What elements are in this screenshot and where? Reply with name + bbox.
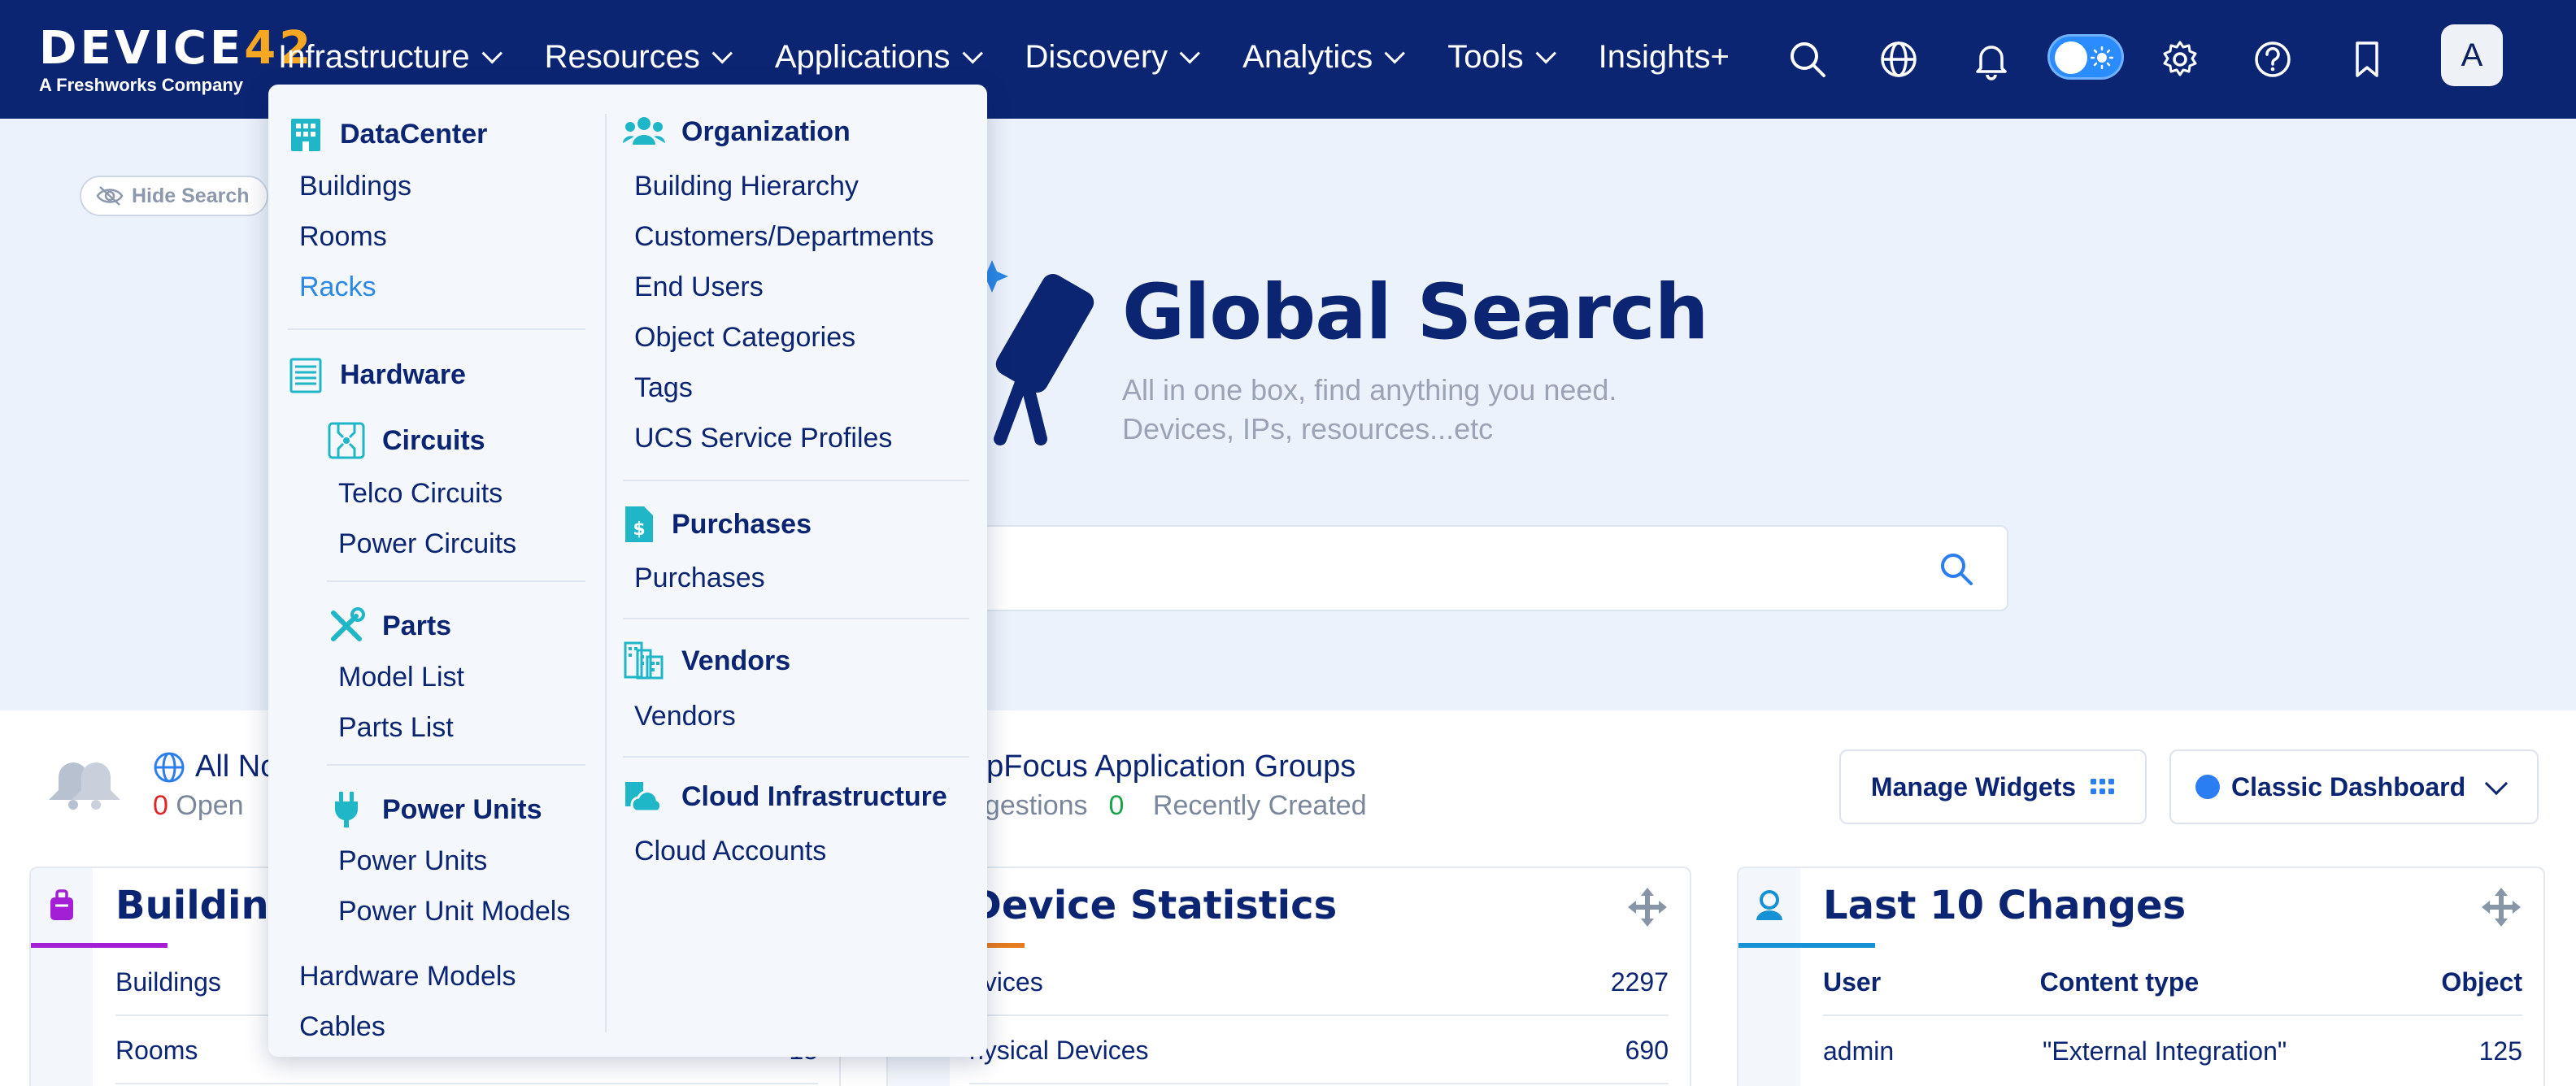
widget-device-statistics: Device Statistics evices 2297 hysical Dev… [886, 867, 1691, 1086]
table-row[interactable]: admin "External Integration" 125 [1823, 1018, 2522, 1084]
appfocus-title[interactable]: opFocus Application Groups [969, 749, 1355, 784]
menu-item-model-list[interactable]: Model List [338, 660, 464, 694]
avatar[interactable]: A [2441, 24, 2503, 86]
globe-icon [154, 752, 185, 782]
menu-heading-parts: Parts [327, 606, 451, 645]
nav-item-applications[interactable]: Applications [775, 34, 983, 80]
sun-icon [2091, 46, 2113, 69]
server-icon [289, 358, 322, 393]
nav-item-resources[interactable]: Resources [545, 34, 733, 80]
cloud-server-icon [625, 782, 663, 813]
menu-heading-purchases: $ Purchases [623, 504, 812, 545]
menu-heading-datacenter: DataCenter [288, 115, 487, 153]
hide-search-label: Hide Search [132, 184, 250, 207]
bookmark-icon[interactable] [2345, 37, 2389, 81]
menu-item-end-users[interactable]: End Users [634, 270, 764, 304]
menu-heading-organization: Organization [623, 115, 851, 148]
chevron-down-icon [2484, 771, 2509, 796]
chevron-down-icon [481, 43, 503, 64]
move-icon[interactable] [1626, 886, 1669, 928]
search-icon[interactable] [1939, 551, 1974, 587]
bells-icon [49, 762, 120, 810]
brand-name: DEVICE42 [39, 22, 315, 75]
globe-icon[interactable] [1877, 37, 1921, 81]
appfocus-recent[interactable]: 0 Recently Created [1109, 790, 1367, 821]
menu-item-power-circuits[interactable]: Power Circuits [338, 527, 516, 561]
hide-search-button[interactable]: Hide Search [80, 176, 268, 216]
menu-item-power-units[interactable]: Power Units [338, 844, 487, 878]
nav-item-insights[interactable]: Insights+ [1599, 34, 1730, 80]
menu-item-racks[interactable]: Racks [299, 270, 376, 304]
widget-title: Device Statistics [969, 883, 1338, 928]
menu-item-cables[interactable]: Cables [299, 1010, 385, 1044]
nav-menu: Infrastructure Resources Applications Di… [278, 34, 1778, 80]
search-icon[interactable] [1786, 37, 1830, 81]
menu-item-object-categories[interactable]: Object Categories [634, 320, 855, 354]
menu-item-parts-list[interactable]: Parts List [338, 710, 454, 745]
menu-item-vendors[interactable]: Vendors [634, 699, 736, 733]
eye-slash-icon [96, 186, 124, 206]
chevron-down-icon [711, 43, 733, 64]
dashboard-icon [2195, 775, 2220, 799]
menu-heading-hardware: Hardware [288, 356, 466, 393]
menu-item-customers-departments[interactable]: Customers/Departments [634, 219, 933, 254]
nav-item-analytics[interactable]: Analytics [1242, 34, 1406, 80]
menu-heading-power-units: Power Units [327, 790, 542, 829]
chevron-down-icon [1535, 43, 1556, 64]
invoice-icon: $ [625, 506, 653, 542]
svg-text:$: $ [633, 519, 645, 540]
buildings-icon [624, 641, 664, 680]
menu-item-buildings[interactable]: Buildings [299, 169, 411, 203]
move-icon[interactable] [2480, 886, 2522, 928]
chevron-down-icon [962, 43, 983, 64]
manage-widgets-button[interactable]: Manage Widgets [1839, 749, 2147, 824]
menu-item-ucs-service-profiles[interactable]: UCS Service Profiles [634, 421, 892, 455]
dashboard-select[interactable]: Classic Dashboard [2169, 749, 2539, 824]
menu-item-power-unit-models[interactable]: Power Unit Models [338, 894, 570, 928]
nav-item-discovery[interactable]: Discovery [1025, 34, 1201, 80]
circuit-icon [328, 422, 365, 459]
bell-icon[interactable] [1969, 37, 2013, 81]
global-search-input[interactable] [961, 543, 1921, 595]
tools-icon [331, 607, 365, 641]
users-icon [623, 117, 665, 145]
menu-item-tags[interactable]: Tags [634, 371, 693, 405]
table-row[interactable]: hysical Devices 690 [969, 1018, 1669, 1084]
infrastructure-dropdown: DataCenter Buildings Rooms Racks Hardwar… [268, 85, 987, 1057]
chevron-down-icon [1179, 43, 1201, 64]
nav-item-tools[interactable]: Tools [1447, 34, 1556, 80]
widget-title: Last 10 Changes [1823, 883, 2187, 928]
menu-item-purchases[interactable]: Purchases [634, 561, 765, 595]
menu-heading-cloud-infrastructure: Cloud Infrastructure [623, 779, 947, 814]
nav-item-infrastructure[interactable]: Infrastructure [278, 34, 503, 80]
user-badge-icon [1756, 890, 1782, 920]
menu-heading-circuits: Circuits [327, 421, 485, 460]
table-header: User Content type Object [1823, 949, 2522, 1016]
notifications-title[interactable]: All No [153, 749, 277, 784]
table-row[interactable]: evices 2297 [969, 949, 1669, 1016]
menu-item-rooms[interactable]: Rooms [299, 219, 387, 254]
suitcase-icon [50, 889, 73, 920]
chevron-down-icon [1384, 43, 1406, 64]
menu-item-building-hierarchy[interactable]: Building Hierarchy [634, 169, 859, 203]
theme-toggle[interactable] [2047, 34, 2124, 80]
page-title: Global Search [1122, 268, 1709, 357]
gear-icon[interactable] [2158, 37, 2202, 81]
menu-heading-vendors: Vendors [623, 641, 790, 681]
widget-last-changes: Last 10 Changes User Content type Object… [1737, 867, 2545, 1086]
menu-item-telco-circuits[interactable]: Telco Circuits [338, 476, 503, 510]
telescope-icon [976, 260, 1094, 445]
notifications-open-count[interactable]: 0 Open [153, 790, 244, 822]
menu-item-cloud-accounts[interactable]: Cloud Accounts [634, 834, 826, 868]
plug-icon [335, 792, 358, 828]
help-icon[interactable] [2251, 37, 2295, 81]
appfocus-summary: ggestions 0 Recently Created [969, 790, 1367, 822]
toggle-knob [2055, 41, 2087, 74]
page-subtitle: All in one box, find anything you need. … [1122, 373, 1617, 445]
menu-item-hardware-models[interactable]: Hardware Models [299, 959, 516, 993]
grid-icon [2091, 779, 2115, 794]
global-search-box [943, 525, 2008, 611]
building-icon [291, 119, 320, 151]
